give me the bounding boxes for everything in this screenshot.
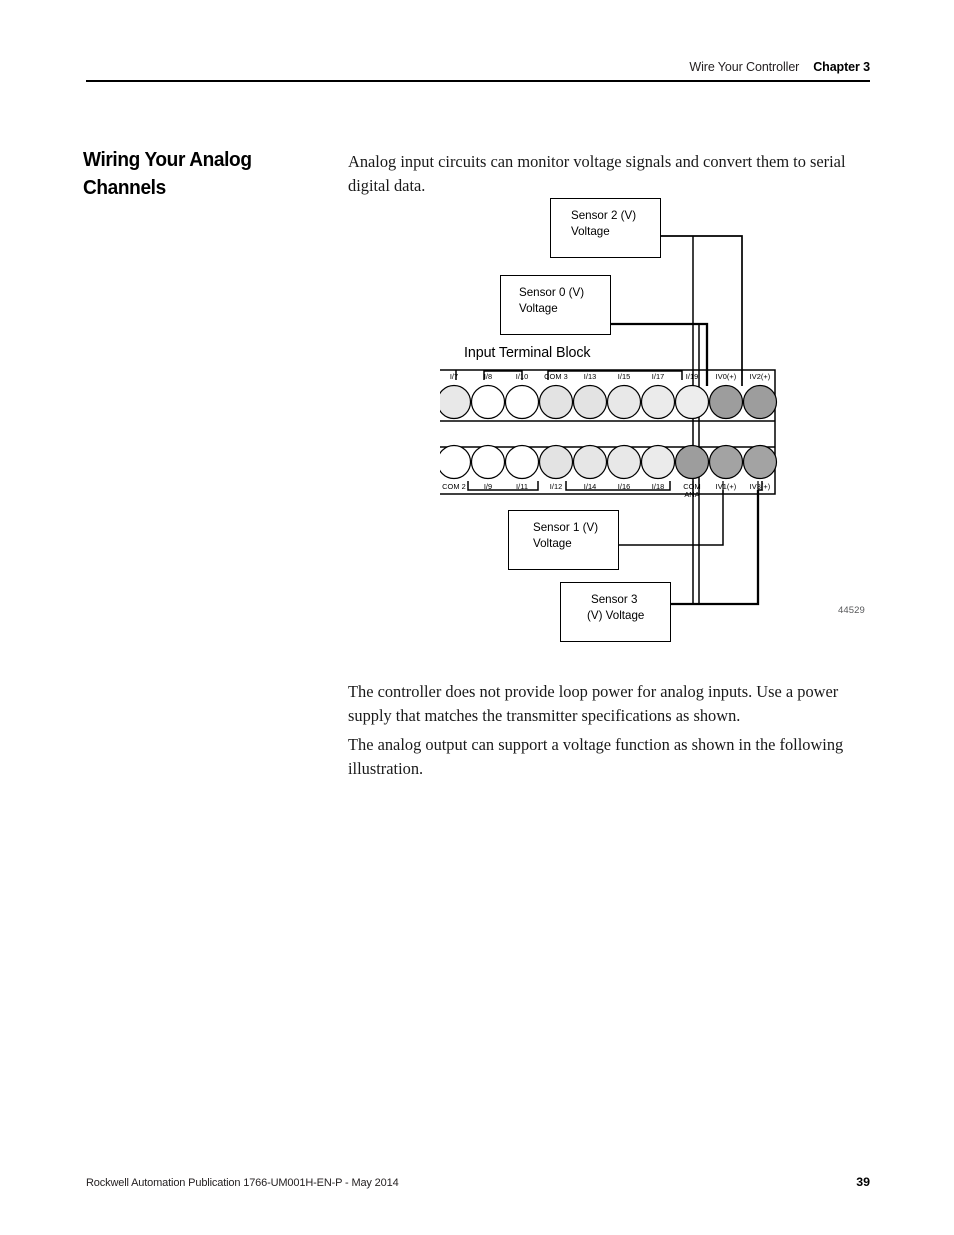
section-heading-line-1: Wiring Your Analog: [83, 147, 252, 171]
sensor-1-line-2: Voltage: [533, 536, 572, 550]
header-rule: [86, 80, 870, 82]
header-row: Wire Your Controller Chapter 3: [86, 60, 870, 80]
terminal-block-title: Input Terminal Block: [464, 345, 591, 361]
terminal-i-19: [674, 384, 710, 420]
page-footer: Rockwell Automation Publication 1766-UM0…: [86, 1175, 870, 1189]
sensor-box-sensor-0: Sensor 0 (V) Voltage: [500, 275, 611, 335]
terminal-i-9: [470, 444, 506, 480]
terminal-com-2: [440, 444, 472, 480]
header-section-title: Wire Your Controller: [689, 60, 800, 74]
terminal-iv2-: [742, 384, 778, 420]
terminal-i-7: [440, 384, 472, 420]
sensor-2-line-2: Voltage: [571, 224, 610, 238]
figure-id-number: 44529: [838, 605, 865, 616]
terminal-iv0-: [708, 384, 744, 420]
loop-power-paragraph: The controller does not provide loop pow…: [348, 682, 839, 725]
sensor-2-line-1: Sensor 2 (V): [571, 209, 637, 222]
page-title: Wiring Your Analog Channels: [83, 146, 316, 202]
terminal-com-3: [538, 384, 574, 420]
terminal-label-iv2-: IV2(+): [749, 371, 771, 381]
terminal-i-15: [606, 384, 642, 420]
wire-sensor-2-to-iv2: [661, 235, 743, 386]
sensor-3-line-2: (V) Voltage: [587, 608, 645, 622]
sensor-0-line-2: Voltage: [519, 301, 558, 315]
terminal-i-12: [538, 444, 574, 480]
terminal-i-16: [606, 444, 642, 480]
sensor-3-line-1: Sensor 3: [591, 593, 638, 606]
terminal-iv1-: [708, 444, 744, 480]
sensor-box-sensor-2: Sensor 2 (V) Voltage: [550, 198, 661, 258]
sensor-box-sensor-3: Sensor 3 (V) Voltage: [560, 582, 671, 642]
section-heading-line-2: Channels: [83, 175, 166, 199]
header-chapter-label: Chapter 3: [813, 60, 870, 74]
sensor-1-line-1: Sensor 1 (V): [533, 521, 599, 534]
terminal-row-bottom: [440, 444, 778, 480]
sensor-0-line-1: Sensor 0 (V): [519, 286, 585, 299]
terminal-i-13: [572, 384, 608, 420]
terminal-com-ana: [674, 444, 710, 480]
terminal-i-14: [572, 444, 608, 480]
analog-output-paragraph: The analog output can support a voltage …: [348, 735, 844, 778]
terminal-i-10: [504, 384, 540, 420]
terminal-i-11: [504, 444, 540, 480]
terminal-i-17: [640, 384, 676, 420]
analog-wiring-diagram: Input Terminal Block Sensor 2 (V) Voltag…: [440, 190, 880, 660]
wire-sensor-3-to-iv3: [671, 490, 760, 606]
terminal-i-18: [640, 444, 676, 480]
footer-page-number: 39: [856, 1175, 870, 1189]
terminal-iv3-: [742, 444, 778, 480]
terminal-label-iv3-: IV3(+): [749, 481, 771, 491]
terminal-i-8: [470, 384, 506, 420]
footer-publication-line: Rockwell Automation Publication 1766-UM0…: [86, 1177, 399, 1189]
sensor-box-sensor-1: Sensor 1 (V) Voltage: [508, 510, 619, 570]
terminal-row-top: [440, 384, 778, 420]
page-header: Wire Your Controller Chapter 3: [86, 60, 870, 94]
